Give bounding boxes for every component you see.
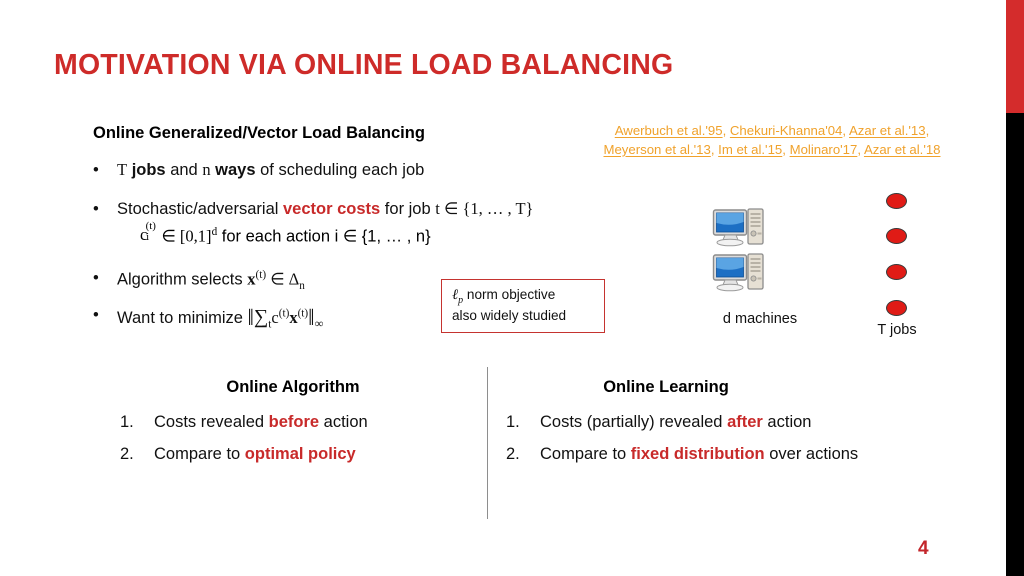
- highlight-vector-costs: vector costs: [283, 200, 381, 218]
- citation-link-molinaro-17[interactable]: Molinaro'17: [790, 142, 858, 157]
- list-item-post: action: [319, 413, 368, 431]
- citation-separator: ,: [857, 141, 864, 157]
- machines-label: d machines: [722, 311, 798, 327]
- list-item-pre: Compare to: [154, 445, 245, 463]
- bullet-marker: •: [93, 269, 99, 287]
- bullet2-post: for job: [380, 200, 436, 218]
- citation-link-awerbuch-95[interactable]: Awerbuch et al.'95: [615, 123, 723, 138]
- column-divider: [487, 367, 488, 519]
- x-superscript: (t): [255, 269, 267, 281]
- ell-symbol: ℓp: [452, 287, 464, 306]
- callout-line-1: ℓp norm objective: [452, 286, 596, 307]
- citation-separator: ,: [782, 141, 790, 157]
- simplex-subscript: n: [299, 279, 305, 292]
- page-title: MOTIVATION VIA ONLINE LOAD BALANCING: [54, 49, 674, 81]
- section-heading: Online Generalized/Vector Load Balancing: [93, 124, 425, 142]
- norm-infinity-subscript: ∞: [314, 316, 324, 331]
- citation-link-azar-18[interactable]: Azar et al.'18: [864, 142, 941, 157]
- callout-line-2: also widely studied: [452, 308, 567, 324]
- list-item-pre: Costs (partially) revealed: [540, 413, 728, 431]
- list-item: 2. Compare to fixed distribution over act…: [506, 445, 986, 464]
- cost-range: ∈ [0,1]: [157, 226, 212, 246]
- citation-link-meyerson-13[interactable]: Meyerson et al.'13: [603, 142, 710, 157]
- cost-action-tail: for each action i ∈ {1, … , n}: [217, 227, 431, 246]
- bullet-item-vector-costs: • Stochastic/adversarial vector costs for…: [93, 199, 533, 220]
- column-online-algorithm: Online Algorithm 1. Costs revealed before…: [120, 378, 470, 477]
- citation-link-azar-13[interactable]: Azar et al.'13: [849, 123, 926, 138]
- word-ways: ways: [215, 161, 256, 179]
- list-number: 1.: [120, 413, 134, 431]
- callout-line-1-rest: norm objective: [463, 287, 556, 302]
- simplex-symbol: ∈ Δ: [266, 269, 300, 289]
- list-number: 2.: [506, 445, 520, 463]
- bullet-marker: •: [93, 200, 99, 218]
- bullet-marker: •: [93, 161, 99, 179]
- list-item: 2. Compare to optimal policy: [120, 445, 470, 464]
- column-online-learning: Online Learning 1. Costs (partially) reve…: [506, 378, 986, 477]
- norm-bar-open: ‖: [247, 305, 254, 330]
- bullet-item-algorithm-selects: • Algorithm selects x(t) ∈ Δn: [93, 268, 305, 293]
- job-dot: [886, 300, 907, 316]
- word-jobs: jobs: [131, 161, 166, 179]
- var-x-bold: x: [289, 308, 298, 327]
- citation-separator: ,: [925, 123, 930, 138]
- list-item: 1. Costs revealed before action: [120, 413, 470, 432]
- norm-bar-close: ‖: [308, 305, 315, 330]
- highlight-after: after: [727, 413, 763, 431]
- cost-definition-line: c (t) i ∈ [0,1]d for each action i ∈ {1,…: [140, 220, 431, 247]
- list-item-pre: Costs revealed: [154, 413, 269, 431]
- x-superscript: (t): [297, 307, 309, 320]
- job-dot: [886, 228, 907, 244]
- list-number: 1.: [506, 413, 520, 431]
- var-T: T: [117, 160, 128, 179]
- bullet3-pre: Algorithm selects: [117, 270, 248, 289]
- edge-bar-black: [1006, 113, 1024, 576]
- cost-matrix-superscript: (t): [278, 307, 290, 320]
- computer-icon: [712, 208, 766, 250]
- list-item-pre: Compare to: [540, 445, 631, 463]
- job-dot: [886, 264, 907, 280]
- computer-icon: [712, 253, 766, 295]
- bullet-item-jobs-ways: • T jobs and n ways of scheduling each jo…: [93, 160, 424, 181]
- highlight-before: before: [268, 413, 320, 431]
- jobs-label: T jobs: [877, 322, 917, 338]
- job-dot: [886, 193, 907, 209]
- bullet2-pre: Stochastic/adversarial: [117, 200, 283, 218]
- bullet4-pre: Want to minimize: [117, 309, 248, 327]
- bullet2-set: ∈ {1, … , T}: [439, 199, 534, 218]
- citation-line-1: Awerbuch et al.'95, Chekuri-Khanna'04, A…: [548, 122, 996, 141]
- column-heading: Online Algorithm: [226, 378, 360, 396]
- citation-list: Awerbuch et al.'95, Chekuri-Khanna'04, A…: [548, 122, 996, 159]
- bullet1-and: and: [165, 161, 203, 179]
- list-item: 1. Costs (partially) revealed after actio…: [506, 413, 986, 432]
- callout-lp-norm: ℓp norm objective also widely studied: [441, 279, 605, 334]
- edge-bar-red: [1006, 0, 1024, 113]
- bullet-item-objective: • Want to minimize ‖∑tc(t)x(t)‖∞: [93, 305, 323, 332]
- list-item-post: over actions: [764, 445, 859, 463]
- cost-matrix: c: [271, 308, 279, 327]
- citation-separator: ,: [722, 123, 730, 138]
- citation-line-2: Meyerson et al.'13, Im et al.'15, Molina…: [548, 141, 996, 160]
- highlight-fixed-distribution: fixed distribution: [630, 445, 765, 463]
- bullet1-tail: of scheduling each job: [255, 161, 425, 179]
- var-n: n: [202, 160, 211, 179]
- cost-superscript: (t): [145, 219, 156, 232]
- cost-symbol: c (t) i: [140, 220, 157, 244]
- page-number: 4: [918, 538, 929, 559]
- column-heading: Online Learning: [603, 378, 729, 396]
- list-number: 2.: [120, 445, 134, 463]
- summation-symbol: ∑: [253, 306, 269, 328]
- citation-link-im-15[interactable]: Im et al.'15: [718, 142, 782, 157]
- highlight-optimal-policy: optimal policy: [244, 445, 356, 463]
- list-item-post: action: [762, 413, 812, 431]
- cost-subscript: i: [146, 231, 150, 244]
- bullet-marker: •: [93, 306, 99, 324]
- citation-link-chekuri-khanna-04[interactable]: Chekuri-Khanna'04: [730, 123, 843, 138]
